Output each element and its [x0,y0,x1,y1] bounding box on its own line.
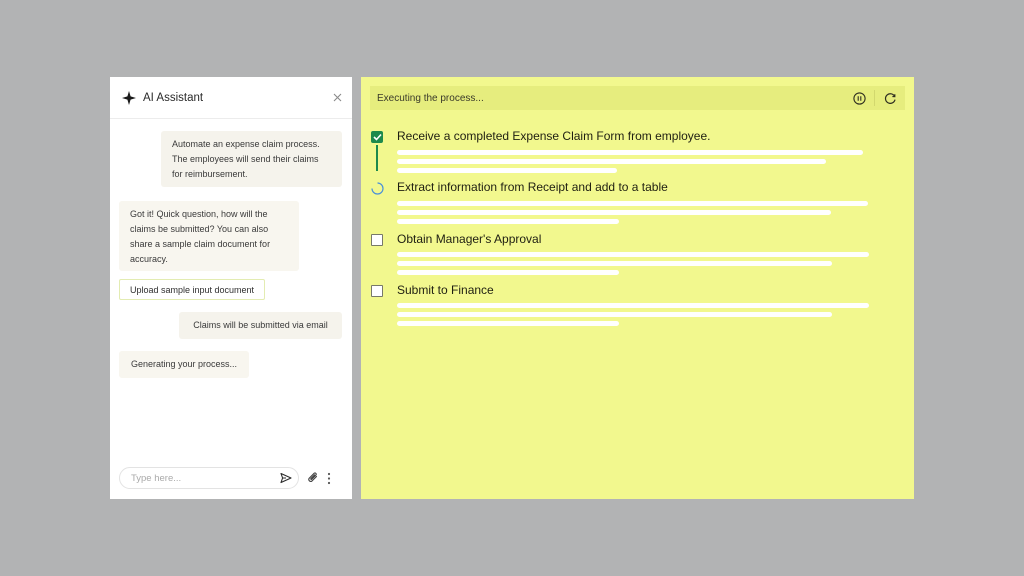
step-label: Extract information from Receipt and add… [397,180,668,194]
chat-panel: AI Assistant Automate an expense claim p… [110,77,352,499]
reload-icon[interactable] [875,86,905,110]
status-text: Executing the process... [377,92,484,104]
skeleton-line [397,303,869,308]
skeleton-line [397,201,868,206]
skeleton-line [397,168,617,173]
step-label: Submit to Finance [397,283,494,297]
skeleton-line [397,270,619,275]
step-connector [376,145,378,171]
process-panel: Executing the process... Receive a compl… [361,77,914,499]
paperclip-icon[interactable] [307,471,320,485]
assistant-message: Generating your process... [119,351,249,378]
checkbox-checked[interactable] [371,131,383,143]
chat-input-box [119,467,299,489]
check-icon [372,133,382,141]
pause-icon[interactable] [844,86,874,110]
user-message: Automate an expense claim process. The e… [161,131,342,187]
checkbox-empty[interactable] [371,234,383,246]
chat-header: AI Assistant [110,77,352,119]
skeleton-line [397,219,619,224]
checkbox-empty[interactable] [371,285,383,297]
chat-input[interactable] [129,471,280,485]
close-icon[interactable] [333,91,342,104]
skeleton-line [397,321,619,326]
skeleton-line [397,150,863,155]
assistant-message: Got it! Quick question, how will the cla… [119,201,299,271]
status-bar: Executing the process... [370,86,905,110]
user-message: Claims will be submitted via email [179,312,342,339]
upload-sample-button[interactable]: Upload sample input document [119,279,265,300]
spinner-icon [371,182,384,195]
more-vertical-icon[interactable] [327,472,331,485]
skeleton-line [397,210,831,215]
step-label: Receive a completed Expense Claim Form f… [397,129,711,143]
skeleton-line [397,252,869,257]
skeleton-line [397,261,832,266]
sparkle-icon [122,90,136,105]
chat-input-row [119,466,345,490]
chat-title: AI Assistant [143,91,204,104]
send-icon[interactable] [280,472,292,484]
step-label: Obtain Manager's Approval [397,232,542,246]
skeleton-line [397,312,832,317]
skeleton-line [397,159,826,164]
